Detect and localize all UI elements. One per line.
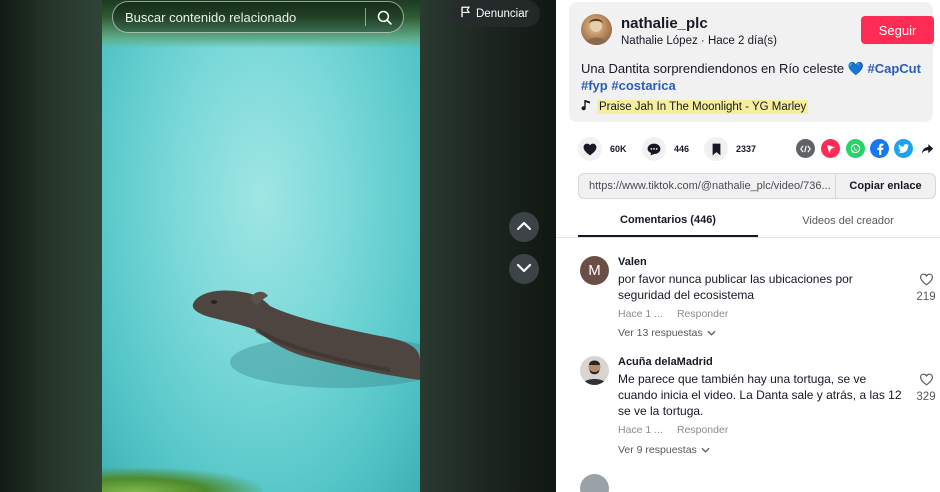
chevron-down-icon — [701, 444, 710, 456]
comment-like-count: 329 — [916, 391, 936, 403]
chevron-down-icon — [516, 260, 532, 278]
copy-link-button[interactable]: Copiar enlace — [835, 174, 935, 198]
search-divider — [365, 8, 366, 26]
heart-icon — [578, 137, 602, 161]
reply-button[interactable]: Responder — [677, 308, 728, 320]
author-name: Nathalie López — [621, 35, 698, 47]
foliage-bottom — [102, 468, 262, 492]
related-search-input[interactable]: Buscar contenido relacionado — [112, 1, 404, 33]
twitter-icon[interactable] — [894, 139, 913, 158]
view-replies-button[interactable]: Ver 13 respuestas — [618, 327, 716, 339]
view-replies-label: Ver 9 respuestas — [618, 444, 697, 456]
username[interactable]: nathalie_plc — [621, 15, 708, 32]
tab-creator-videos[interactable]: Videos del creador — [758, 205, 938, 237]
like-button[interactable]: 60K — [578, 137, 627, 161]
hashtag-capcut[interactable]: #CapCut — [868, 61, 921, 76]
like-count: 60K — [610, 144, 627, 154]
bookmark-icon — [704, 137, 728, 161]
view-replies-label: Ver 13 respuestas — [618, 327, 703, 339]
music-title[interactable]: Praise Jah In The Moonlight - YG Marley — [597, 100, 809, 114]
avatar[interactable] — [580, 474, 609, 492]
embed-icon[interactable] — [796, 139, 815, 158]
comment-author[interactable]: Acuña delaMadrid — [618, 356, 713, 368]
actions-row: 60K 446 2337 — [578, 137, 938, 161]
comment-like-button[interactable]: 219 — [912, 273, 940, 303]
whatsapp-icon[interactable] — [846, 139, 865, 158]
report-button[interactable]: Denunciar — [449, 0, 541, 27]
report-label: Denunciar — [476, 7, 529, 20]
comment-button[interactable]: 446 — [642, 137, 689, 161]
comment-text: por favor nunca publicar las ubicaciones… — [618, 272, 853, 302]
comment-like-count: 219 — [916, 291, 936, 303]
heart-outline-icon — [919, 373, 934, 389]
post-info-card: nathalie_plc Nathalie López · Hace 2 día… — [569, 2, 934, 122]
flag-icon — [460, 6, 471, 21]
heart-outline-icon — [919, 273, 934, 289]
avatar[interactable] — [581, 14, 612, 45]
video-frame[interactable] — [102, 0, 420, 492]
tab-comments[interactable]: Comentarios (446) — [578, 205, 758, 237]
video-player[interactable]: Buscar contenido relacionado Denunciar — [0, 0, 556, 492]
search-icon[interactable] — [376, 9, 393, 26]
share-arrow-icon[interactable] — [918, 139, 937, 158]
music-row[interactable]: Praise Jah In The Moonlight - YG Marley — [581, 98, 809, 116]
comment-text: Me parece que también hay una tortuga, s… — [618, 372, 902, 418]
comment-author[interactable]: Valen — [618, 256, 647, 268]
post-time: Hace 2 día(s) — [707, 35, 777, 47]
facebook-icon[interactable] — [870, 139, 889, 158]
post-caption: Una Dantita sorprendiendonos en Río cele… — [581, 60, 921, 94]
author-separator: · — [697, 35, 708, 47]
chevron-up-icon — [516, 218, 532, 236]
search-placeholder: Buscar contenido relacionado — [125, 9, 297, 25]
send-to-friends-icon[interactable] — [821, 139, 840, 158]
previous-video-button[interactable] — [509, 212, 539, 242]
save-count: 2337 — [736, 144, 757, 154]
comment-meta: Hace 1 ... Responder — [618, 308, 728, 320]
panel-tabs: Comentarios (446) Videos del creador — [556, 205, 940, 238]
comment-count: 446 — [674, 144, 690, 154]
avatar[interactable]: M — [580, 256, 609, 285]
tapir-in-water — [192, 290, 420, 388]
view-replies-button[interactable]: Ver 9 respuestas — [618, 444, 710, 456]
reply-button[interactable]: Responder — [677, 424, 728, 436]
chevron-down-icon — [707, 327, 716, 339]
next-video-button[interactable] — [509, 254, 539, 284]
caption-text: Una Dantita sorprendiendonos en Río cele… — [581, 61, 845, 76]
blue-heart-emoji: 💙 — [847, 61, 864, 76]
comment-time: Hace 1 ... — [618, 424, 663, 436]
comment-like-button[interactable]: 329 — [912, 373, 940, 403]
comment-meta: Hace 1 ... Responder — [618, 424, 728, 436]
comment-time: Hace 1 ... — [618, 308, 663, 320]
author-line: Nathalie López · Hace 2 día(s) — [621, 35, 777, 47]
follow-button[interactable]: Seguir — [861, 16, 934, 44]
comment-bubble-icon — [642, 137, 666, 161]
hashtag-fyp[interactable]: #fyp — [581, 78, 608, 93]
video-blur-background-right — [420, 0, 556, 492]
music-note-icon — [581, 98, 591, 116]
video-blur-background-left — [0, 0, 102, 492]
hashtag-costarica[interactable]: #costarica — [611, 78, 675, 93]
side-panel: nathalie_plc Nathalie López · Hace 2 día… — [556, 0, 940, 492]
avatar[interactable] — [580, 356, 609, 385]
video-link-box: https://www.tiktok.com/@nathalie_plc/vid… — [578, 173, 936, 199]
save-button[interactable]: 2337 — [704, 137, 756, 161]
video-url[interactable]: https://www.tiktok.com/@nathalie_plc/vid… — [579, 180, 835, 192]
